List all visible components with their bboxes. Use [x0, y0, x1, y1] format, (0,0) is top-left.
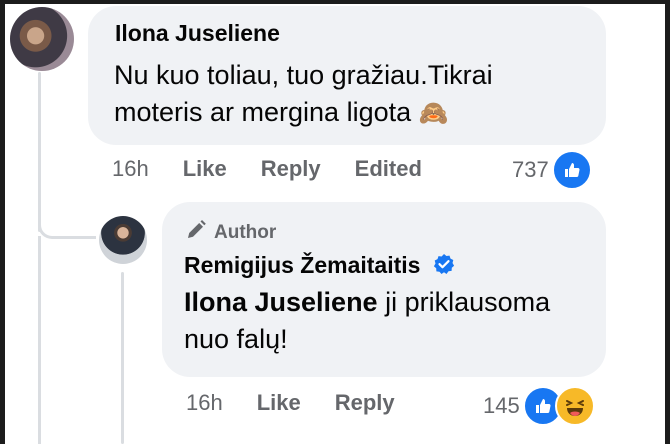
reply-text: Ilona Juseliene ji priklausoma nuo falų! [184, 284, 584, 358]
comment-timestamp[interactable]: 16h [112, 156, 149, 182]
reaction-count: 737 [512, 157, 549, 182]
comment-text: Nu kuo toliau, tuo gražiau.Tikrai moteri… [114, 57, 584, 132]
thumbs-up-icon [551, 150, 592, 190]
comment-author-name[interactable]: Ilona Juseliene [115, 20, 280, 47]
reply-author-avatar[interactable] [99, 216, 147, 264]
reply-actions: 16h Like Reply [186, 390, 429, 416]
thread-line [38, 236, 41, 444]
reply-button[interactable]: Reply [261, 156, 321, 182]
like-button[interactable]: Like [257, 390, 301, 416]
edited-label[interactable]: Edited [355, 156, 422, 182]
like-button[interactable]: Like [183, 156, 227, 182]
commenter-avatar[interactable] [10, 7, 74, 71]
screenshot-frame-top [0, 0, 670, 4]
mention-link[interactable]: Ilona Juseliene [184, 287, 378, 317]
pen-icon [184, 218, 208, 248]
reaction-count: 145 [483, 393, 520, 418]
see-no-evil-emoji: 🙈 [418, 100, 449, 127]
reply-button[interactable]: Reply [335, 390, 395, 416]
thread-connector [38, 200, 96, 239]
reaction-summary[interactable]: 737 [512, 150, 592, 190]
author-badge: Author [184, 218, 276, 248]
comment-actions: 16h Like Reply Edited [112, 156, 422, 182]
screenshot-frame-left [0, 0, 5, 444]
verified-badge-icon [433, 253, 455, 281]
screenshot-frame-right [665, 0, 670, 444]
reply-author-name[interactable]: Remigijus Žemaitaitis [184, 252, 455, 281]
reply-author-text[interactable]: Remigijus Žemaitaitis [184, 252, 420, 278]
author-badge-label: Author [214, 222, 277, 243]
reaction-summary[interactable]: 145 [483, 386, 595, 426]
thread-line [121, 272, 124, 444]
laughing-face-icon [554, 386, 595, 426]
reply-timestamp[interactable]: 16h [186, 390, 223, 416]
